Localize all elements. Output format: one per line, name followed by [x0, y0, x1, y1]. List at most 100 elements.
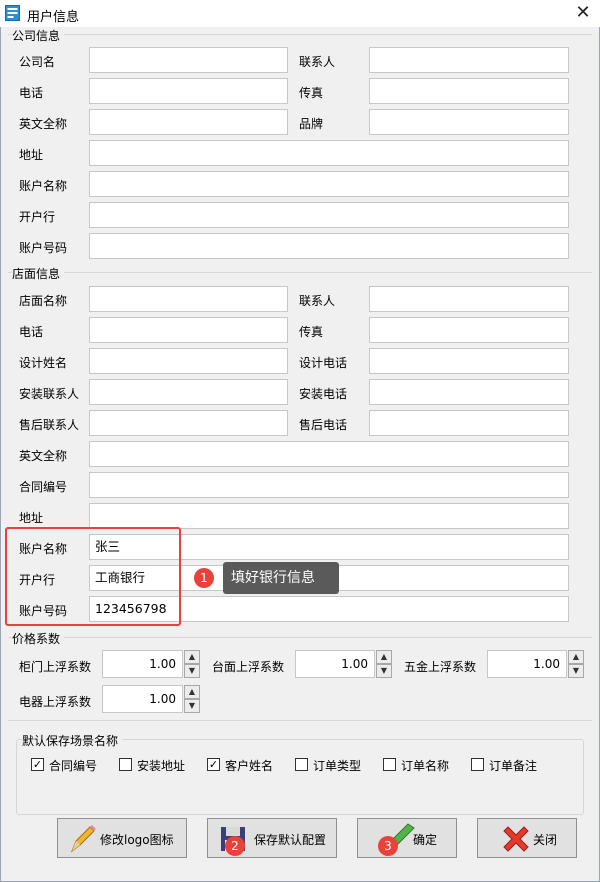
hardware-coefficient-label: 五金上浮系数	[404, 660, 477, 674]
save-default-config-label: 保存默认配置	[254, 833, 327, 847]
store-contract-no-input[interactable]	[89, 472, 569, 498]
store-english-name-label: 英文全称	[19, 449, 68, 463]
store-phone-input[interactable]	[89, 317, 288, 343]
store-fax-label: 传真	[299, 325, 324, 339]
countertop-coefficient-value[interactable]: 1.00	[295, 650, 375, 678]
hardware-down-arrow-icon[interactable]: ▼	[568, 664, 584, 678]
store-group-border	[8, 272, 592, 273]
price-group-title: 价格系数	[12, 630, 65, 647]
save-scene-group	[16, 739, 584, 815]
company-fax-label: 传真	[299, 86, 324, 100]
store-name-input[interactable]	[89, 286, 288, 312]
form-window-icon	[5, 5, 20, 21]
customer-name-checkbox-label: 客户姓名	[225, 759, 274, 773]
company-contact-input[interactable]	[369, 47, 569, 73]
ok-label: 确定	[413, 833, 438, 847]
window-title: 用户信息	[27, 10, 80, 25]
company-english-name-input[interactable]	[89, 109, 288, 135]
close-window-button[interactable]: ✕	[566, 0, 600, 27]
pencil-icon	[70, 825, 96, 853]
annotation-tooltip: 填好银行信息	[223, 562, 339, 594]
appliance-coefficient-label: 电器上浮系数	[19, 695, 92, 709]
hardware-up-arrow-icon[interactable]: ▲	[568, 650, 584, 664]
appliance-coefficient-spinner[interactable]: 1.00 ▲ ▼	[102, 685, 200, 713]
close-button[interactable]: 关闭	[477, 818, 577, 858]
store-aftersale-contact-input[interactable]	[89, 410, 288, 436]
store-designer-phone-label: 设计电话	[299, 356, 348, 370]
store-english-name-input[interactable]	[89, 441, 569, 467]
order-note-checkbox-label: 订单备注	[489, 759, 538, 773]
save-scene-title: 默认保存场景名称	[22, 732, 123, 749]
close-label: 关闭	[533, 833, 558, 847]
store-contract-no-label: 合同编号	[19, 480, 68, 494]
ok-button[interactable]: 3 确定	[357, 818, 457, 858]
company-account-number-label: 账户号码	[19, 241, 68, 255]
countertop-coefficient-spinner[interactable]: 1.00 ▲ ▼	[295, 650, 392, 678]
company-fax-input[interactable]	[369, 78, 569, 104]
company-contact-label: 联系人	[299, 55, 336, 69]
company-group-title: 公司信息	[12, 27, 65, 44]
store-install-phone-label: 安装电话	[299, 387, 348, 401]
hardware-coefficient-value[interactable]: 1.00	[487, 650, 567, 678]
company-name-label: 公司名	[19, 55, 56, 69]
company-account-name-input[interactable]	[89, 171, 569, 197]
order-type-checkbox[interactable]	[295, 758, 308, 771]
company-phone-input[interactable]	[89, 78, 288, 104]
store-contact-label: 联系人	[299, 294, 336, 308]
company-brand-label: 品牌	[299, 117, 324, 131]
cabinet-door-up-arrow-icon[interactable]: ▲	[184, 650, 200, 664]
countertop-coefficient-label: 台面上浮系数	[212, 660, 285, 674]
install-address-checkbox[interactable]	[119, 758, 132, 771]
company-brand-input[interactable]	[369, 109, 569, 135]
cabinet-door-coefficient-label: 柜门上浮系数	[19, 660, 92, 674]
store-phone-label: 电话	[19, 325, 44, 339]
countertop-down-arrow-icon[interactable]: ▼	[376, 664, 392, 678]
price-group-border	[8, 637, 592, 638]
modify-logo-label: 修改logo图标	[100, 833, 174, 847]
store-contact-input[interactable]	[369, 286, 569, 312]
company-account-number-input[interactable]	[89, 233, 569, 259]
cabinet-door-down-arrow-icon[interactable]: ▼	[184, 664, 200, 678]
order-note-checkbox[interactable]	[471, 758, 484, 771]
cabinet-door-coefficient-value[interactable]: 1.00	[102, 650, 183, 678]
cabinet-door-coefficient-spinner[interactable]: 1.00 ▲ ▼	[102, 650, 200, 678]
store-designer-input[interactable]	[89, 348, 288, 374]
bank-info-highlight	[5, 527, 181, 626]
store-fax-input[interactable]	[369, 317, 569, 343]
modify-logo-button[interactable]: 修改logo图标	[57, 818, 187, 858]
company-phone-label: 电话	[19, 86, 44, 100]
save-default-config-button[interactable]: 2 保存默认配置	[207, 818, 337, 858]
store-aftersale-phone-input[interactable]	[369, 410, 569, 436]
company-group-border	[8, 34, 592, 35]
red-x-icon	[503, 826, 529, 852]
store-address-input[interactable]	[89, 503, 569, 529]
company-name-input[interactable]	[89, 47, 288, 73]
price-group-bottom-border	[8, 720, 592, 721]
company-english-name-label: 英文全称	[19, 117, 68, 131]
contract-no-checkbox-label: 合同编号	[49, 759, 98, 773]
contract-no-checkbox[interactable]: ✓	[31, 758, 44, 771]
store-designer-phone-input[interactable]	[369, 348, 569, 374]
step-2-badge: 2	[225, 836, 245, 856]
appliance-down-arrow-icon[interactable]: ▼	[184, 699, 200, 713]
order-name-checkbox[interactable]	[383, 758, 396, 771]
countertop-up-arrow-icon[interactable]: ▲	[376, 650, 392, 664]
order-type-checkbox-label: 订单类型	[313, 759, 362, 773]
store-install-phone-input[interactable]	[369, 379, 569, 405]
company-address-label: 地址	[19, 148, 44, 162]
customer-name-checkbox[interactable]: ✓	[207, 758, 220, 771]
company-address-input[interactable]	[89, 140, 569, 166]
store-address-label: 地址	[19, 511, 44, 525]
title-bar: 用户信息 ✕	[0, 0, 600, 27]
store-group-title: 店面信息	[12, 265, 65, 282]
store-install-contact-input[interactable]	[89, 379, 288, 405]
step-1-badge: 1	[194, 568, 214, 588]
step-3-badge: 3	[378, 836, 398, 856]
appliance-coefficient-value[interactable]: 1.00	[102, 685, 183, 713]
hardware-coefficient-spinner[interactable]: 1.00 ▲ ▼	[487, 650, 584, 678]
company-bank-label: 开户行	[19, 210, 56, 224]
store-designer-label: 设计姓名	[19, 356, 68, 370]
company-bank-input[interactable]	[89, 202, 569, 228]
store-install-contact-label: 安装联系人	[19, 387, 80, 401]
appliance-up-arrow-icon[interactable]: ▲	[184, 685, 200, 699]
